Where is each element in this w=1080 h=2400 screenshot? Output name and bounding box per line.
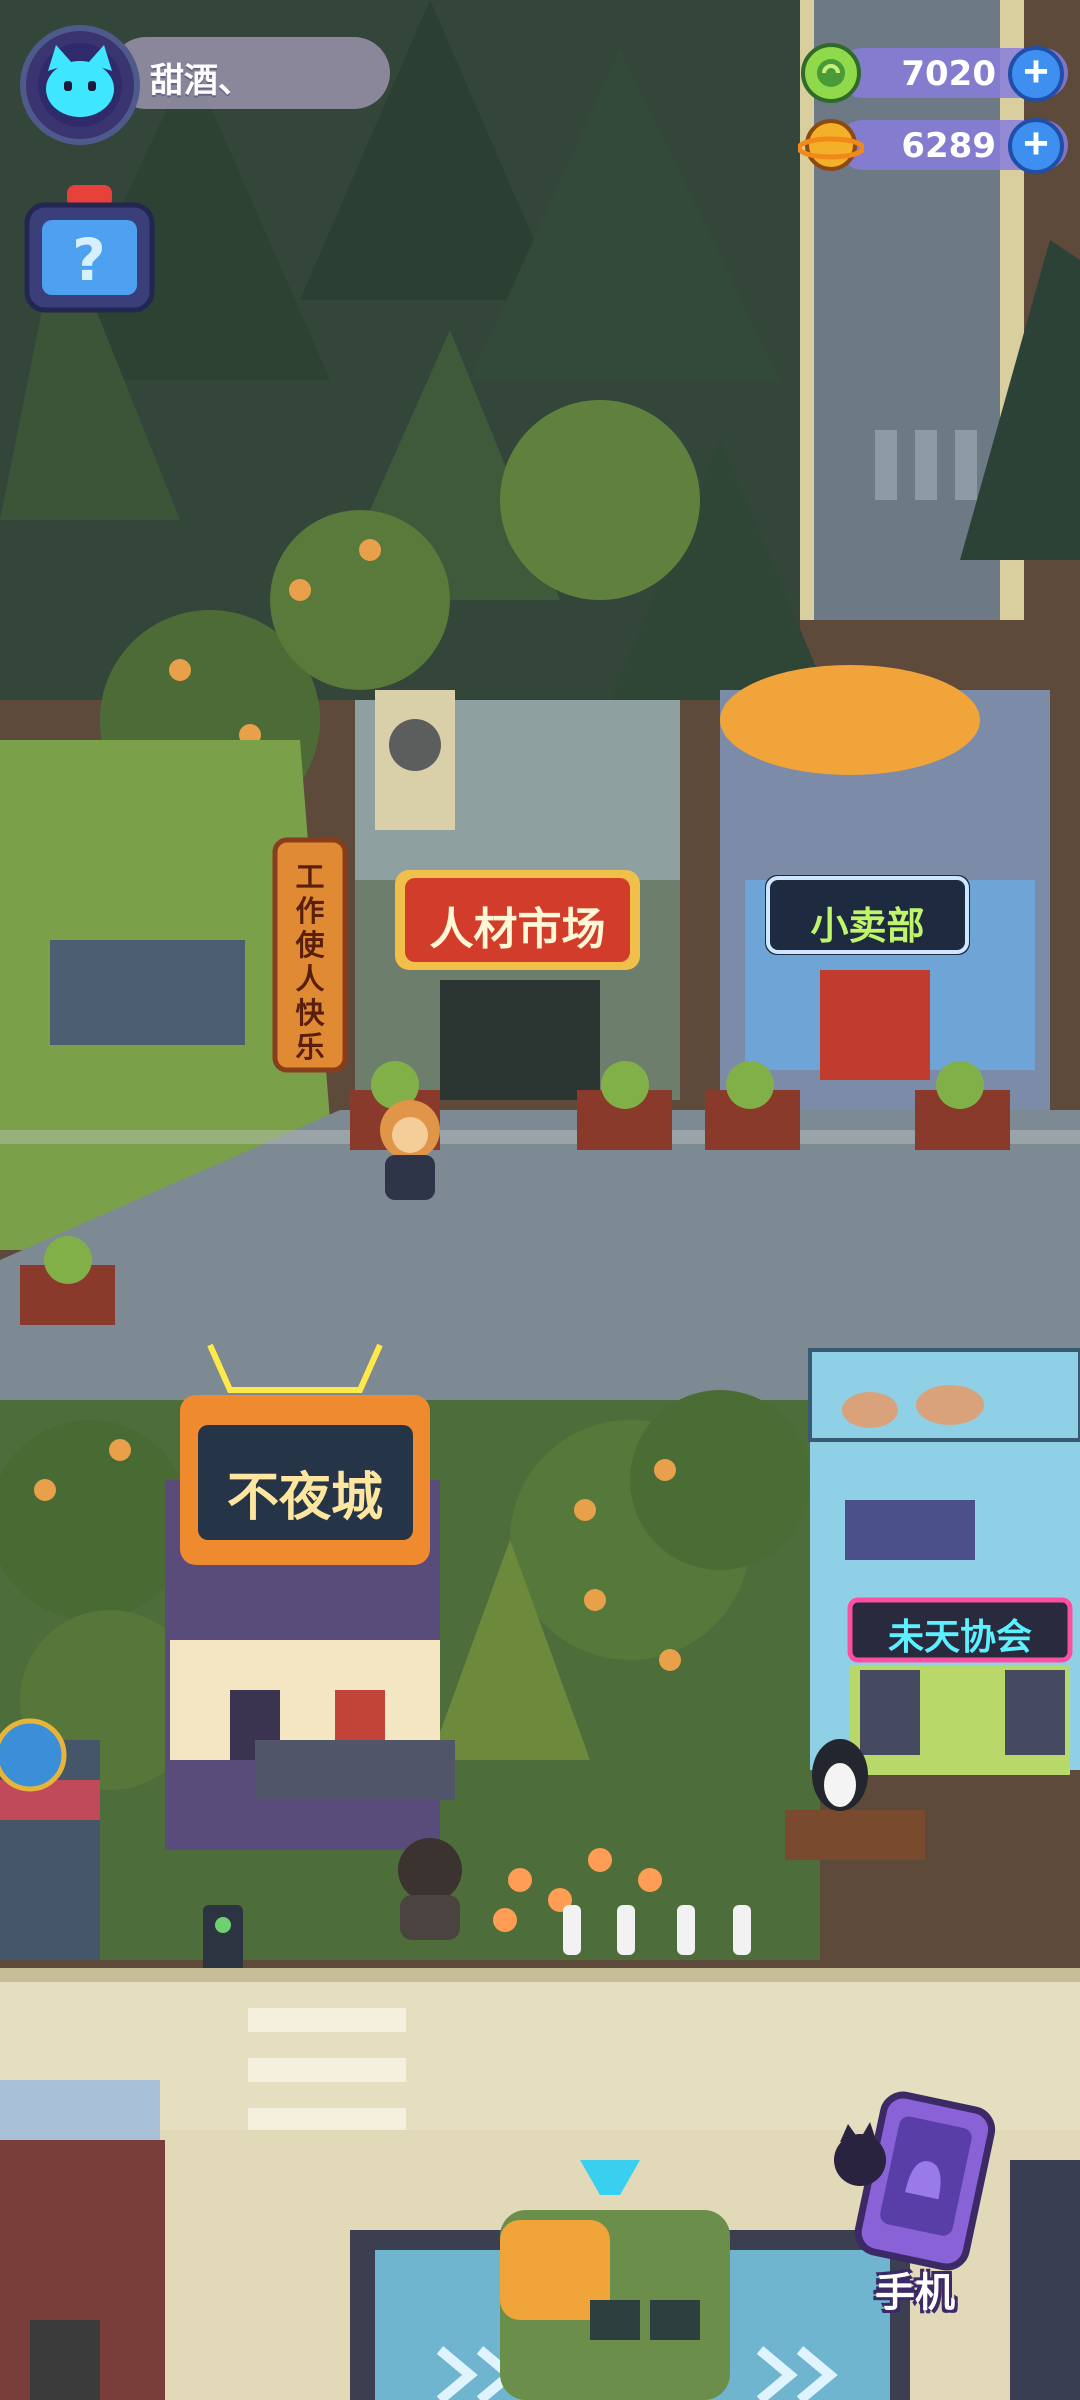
quest-alarm-button[interactable]: ? bbox=[22, 185, 157, 320]
cat-avatar-icon bbox=[38, 43, 122, 127]
add-gold-currency-button[interactable]: + bbox=[1008, 118, 1064, 174]
bulletin-board[interactable] bbox=[50, 940, 245, 1045]
talent-market-sign[interactable]: 人材市场 bbox=[410, 893, 625, 957]
association-building[interactable] bbox=[808, 1348, 1080, 1775]
game-map[interactable] bbox=[0, 0, 1080, 2400]
work-happy-banner: 工作使人快乐 bbox=[295, 860, 325, 1064]
green-gem-coin-icon bbox=[801, 43, 861, 103]
svg-text:?: ? bbox=[72, 226, 106, 294]
shop-sign[interactable]: 小卖部 bbox=[770, 895, 965, 950]
phone-label: 手机 bbox=[875, 2271, 955, 2315]
gold-currency: 6289 + bbox=[798, 112, 1068, 174]
phone-button[interactable]: 手机 bbox=[820, 2080, 1020, 2320]
avatar[interactable] bbox=[20, 25, 140, 145]
bear-npc[interactable] bbox=[398, 1838, 462, 1940]
gold-planet-coin-icon bbox=[798, 119, 864, 171]
association-sign[interactable]: 未天协会 bbox=[852, 1608, 1068, 1660]
green-currency: 7020 + bbox=[798, 40, 1068, 103]
question-alarm-icon: ? bbox=[24, 185, 155, 313]
rank-badge-icon[interactable] bbox=[0, 1718, 67, 1792]
nightclub-building[interactable] bbox=[165, 1343, 455, 1850]
monkey-npc[interactable] bbox=[380, 1100, 440, 1200]
add-green-currency-button[interactable]: + bbox=[1008, 46, 1064, 102]
nightclub-sign[interactable]: 不夜城 bbox=[200, 1455, 410, 1530]
phone-icon bbox=[834, 2091, 996, 2271]
gold-currency-value: 6289 bbox=[901, 126, 996, 166]
green-currency-value: 7020 bbox=[901, 54, 996, 94]
player-name: 甜酒、 bbox=[150, 62, 252, 100]
player-profile[interactable]: 甜酒、 bbox=[20, 25, 390, 145]
shop-building[interactable] bbox=[720, 665, 1050, 1110]
